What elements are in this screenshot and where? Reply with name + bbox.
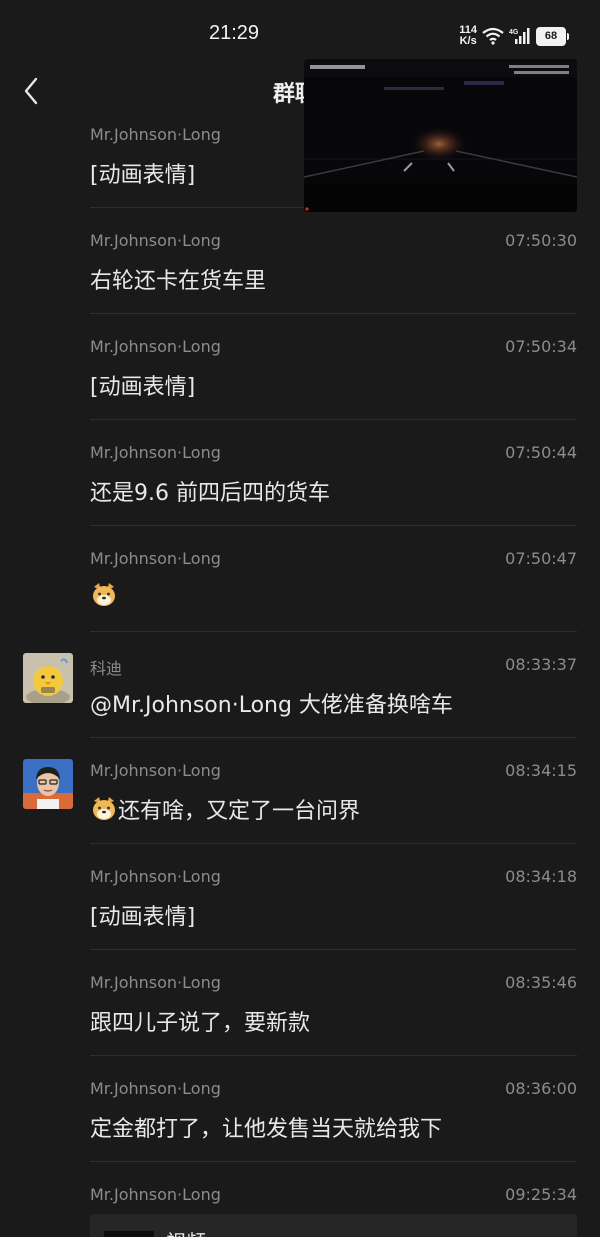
person-avatar-image [23, 759, 73, 809]
message-sender: Mr.Johnson·Long [90, 1079, 221, 1098]
message-time: 08:36:00 [505, 1079, 577, 1098]
floating-video-window[interactable] [304, 59, 577, 212]
network-speed-unit: K/s [459, 35, 477, 47]
chat-screen: 21:29 114 K/s 4G 68 群聊 Mr.Johnson·Long [… [0, 0, 600, 1237]
message-sender: Mr.Johnson·Long [90, 1185, 221, 1204]
message-text[interactable]: [动画表情] [90, 369, 195, 401]
chick-avatar-image [23, 653, 73, 703]
message-time: 07:50:34 [505, 337, 577, 356]
chevron-left-icon [24, 77, 38, 105]
divider [90, 843, 577, 844]
dashcam-video-frame [304, 59, 577, 212]
divider [90, 737, 577, 738]
message-text: 还有啥，又定了一台问界 [118, 799, 361, 824]
avatar[interactable] [23, 653, 73, 703]
message-time: 07:50:44 [505, 443, 577, 462]
wifi-icon [482, 27, 504, 45]
signal-icon: 4G [509, 28, 530, 44]
message-sender: 科迪 [90, 659, 123, 678]
message-sender: Mr.Johnson·Long [90, 973, 221, 992]
status-time: 21:29 [208, 22, 260, 44]
message-time: 07:50:47 [505, 549, 577, 568]
divider [90, 949, 577, 950]
svg-text:4G: 4G [509, 29, 519, 36]
message-text[interactable]: [动画表情] [90, 899, 195, 931]
doge-emoji-icon[interactable] [90, 581, 118, 609]
video-message-card[interactable]: 视频 [90, 1214, 577, 1237]
message-sender: Mr.Johnson·Long [90, 761, 221, 780]
message-time: 08:35:46 [505, 973, 577, 992]
divider [90, 419, 577, 420]
video-thumbnail [104, 1231, 154, 1237]
status-indicators: 114 K/s 4G 68 [459, 22, 569, 50]
message-sender: Mr.Johnson·Long [90, 125, 221, 144]
network-speed: 114 K/s [459, 25, 477, 47]
message-text[interactable]: 跟四儿子说了，要新款 [90, 1005, 310, 1037]
avatar[interactable] [23, 759, 73, 809]
divider [90, 525, 577, 526]
message-sender: Mr.Johnson·Long [90, 867, 221, 886]
battery-level: 68 [544, 30, 558, 42]
message-time: 07:50:30 [505, 231, 577, 250]
message-text[interactable]: 右轮还卡在货车里 [90, 263, 266, 295]
message-text[interactable]: 还是9.6 前四后四的货车 [90, 475, 330, 507]
message-time: 08:34:18 [505, 867, 577, 886]
message-sender: Mr.Johnson·Long [90, 443, 221, 462]
divider [90, 1161, 577, 1162]
divider [90, 631, 577, 632]
message-text[interactable]: 定金都打了，让他发售当天就给我下 [90, 1111, 442, 1143]
back-button[interactable] [14, 72, 48, 110]
video-label: 视频 [166, 1226, 206, 1237]
message-sender: Mr.Johnson·Long [90, 231, 221, 250]
battery-icon: 68 [536, 26, 569, 46]
message-time: 09:25:34 [505, 1185, 577, 1204]
message-sender: Mr.Johnson·Long [90, 549, 221, 568]
message-text[interactable]: [动画表情] [90, 157, 195, 189]
divider [90, 313, 577, 314]
message-text[interactable]: @Mr.Johnson·Long 大佬准备换啥车 [90, 687, 453, 719]
divider [90, 1055, 577, 1056]
message-row[interactable]: 还有啥，又定了一台问界 [90, 793, 360, 825]
message-time: 08:34:15 [505, 761, 577, 780]
message-time: 08:33:37 [505, 655, 577, 674]
message-sender: Mr.Johnson·Long [90, 337, 221, 356]
doge-emoji-icon [93, 797, 115, 820]
